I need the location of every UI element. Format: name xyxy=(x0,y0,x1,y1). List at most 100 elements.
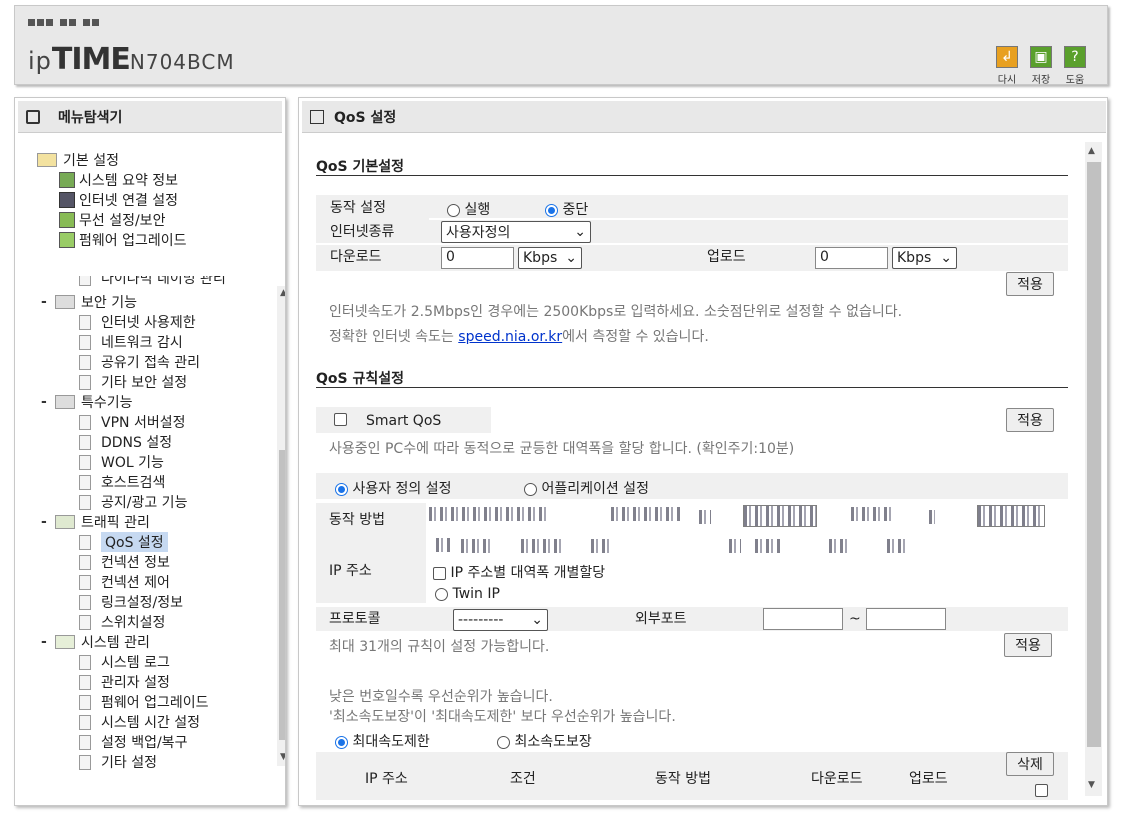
menu-item-notice[interactable]: 공지/광고 기능 xyxy=(79,492,187,512)
menu-item-ddns[interactable]: DDNS 설정 xyxy=(79,432,172,452)
page-icon xyxy=(79,574,91,590)
menu-scrollbar[interactable]: ▲ ▼ xyxy=(277,286,285,766)
scroll-up-icon[interactable]: ▲ xyxy=(280,288,285,298)
menu-scrollbar-thumb[interactable] xyxy=(279,450,285,740)
menu-item-connection-control[interactable]: 컨넥션 제어 xyxy=(79,572,170,592)
scroll-down-icon[interactable]: ▼ xyxy=(280,752,285,762)
menu-item-partial[interactable]: 다이나믹 네이밍 관리 xyxy=(79,276,226,286)
scroll-up-icon[interactable]: ▲ xyxy=(1088,146,1095,156)
twin-ip-label: Twin IP xyxy=(452,586,500,602)
magnifier-icon xyxy=(26,109,40,124)
download-unit-value: Kbps xyxy=(523,250,558,266)
menu-group-traffic[interactable]: - 트래픽 관리 xyxy=(41,512,150,532)
page-icon xyxy=(79,554,91,570)
chevron-down-icon: ⌄ xyxy=(940,250,952,266)
protocol-value: --------- xyxy=(458,612,504,628)
action-label: 동작 방법 xyxy=(329,512,385,528)
col-ip: IP 주소 xyxy=(365,771,408,787)
smart-qos-checkbox[interactable] xyxy=(334,411,347,427)
upload-input[interactable]: 0 xyxy=(815,247,888,269)
menu-item-label: 호스트검색 xyxy=(101,475,166,491)
inet-type-select[interactable]: 사용자정의 ⌄ xyxy=(441,221,591,243)
page-icon xyxy=(79,454,91,470)
brand-model: N704BCM xyxy=(129,50,235,74)
menu-item-host-search[interactable]: 호스트검색 xyxy=(79,472,165,492)
redacted-select[interactable] xyxy=(977,505,1045,527)
speed-test-link[interactable]: speed.nia.or.kr xyxy=(458,329,562,345)
menu-item-other-security[interactable]: 기타 보안 설정 xyxy=(79,372,187,392)
ext-port-start-input[interactable] xyxy=(763,608,843,630)
delete-button[interactable]: 삭제 xyxy=(1006,752,1054,776)
menu-item-link-setting[interactable]: 링크설정/정보 xyxy=(79,592,183,612)
select-all-checkbox[interactable] xyxy=(1035,782,1048,798)
apply-basic-button[interactable]: 적용 xyxy=(1006,272,1054,296)
help-button[interactable]: ? 도움 xyxy=(1061,46,1089,86)
menu-item-other-settings[interactable]: 기타 설정 xyxy=(79,752,157,772)
chevron-down-icon: ⌄ xyxy=(565,250,577,266)
scroll-down-icon[interactable]: ▼ xyxy=(1088,780,1095,790)
mode-app-radio[interactable]: 어플리케이션 설정 xyxy=(524,478,649,498)
menu-item-wireless[interactable]: 무선 설정/보안 xyxy=(59,210,165,230)
menu-item-label: WOL 기능 xyxy=(101,455,164,471)
brand-logo: ipTIMEN704BCM xyxy=(28,42,235,77)
download-input[interactable]: 0 xyxy=(441,247,514,269)
menu-item-system-log[interactable]: 시스템 로그 xyxy=(79,652,170,672)
page-icon xyxy=(79,474,91,490)
menu-group-basic[interactable]: 기본 설정 xyxy=(37,150,119,170)
menu-group-security[interactable]: - 보안 기능 xyxy=(41,292,137,312)
menu-panel: 메뉴탐색기 기본 설정 시스템 요약 정보 인터넷 연결 설정 무선 설정/보안… xyxy=(14,97,286,806)
page-icon xyxy=(79,754,91,770)
section-title-basic: QoS 기본설정 xyxy=(316,159,404,175)
menu-item-network-monitor[interactable]: 네트워크 감시 xyxy=(79,332,183,352)
limit-min-radio[interactable]: 최소속도보장 xyxy=(497,731,592,751)
brand-ip: ip xyxy=(28,47,52,75)
mode-app-label: 어플리케이션 설정 xyxy=(541,481,649,497)
menu-item-backup[interactable]: 설정 백업/복구 xyxy=(79,732,187,752)
limit-max-radio[interactable]: 최대속도제한 xyxy=(335,731,430,751)
ip-radio-redacted[interactable] xyxy=(436,538,450,552)
undo-button[interactable]: ↲ 다시 xyxy=(993,46,1021,86)
menu-item-connection-info[interactable]: 컨넥션 정보 xyxy=(79,552,170,572)
action-select-redacted[interactable] xyxy=(429,507,547,521)
apply-rule-button[interactable]: 적용 xyxy=(1004,633,1052,657)
menu-item-internet-limit[interactable]: 인터넷 사용제한 xyxy=(79,312,196,332)
menu-item-vpn[interactable]: VPN 서버설정 xyxy=(79,412,185,432)
ip-bandwidth-checkbox[interactable]: IP 주소별 대역폭 개별할당 xyxy=(433,562,605,582)
menu-item-firmware-upgrade[interactable]: 펌웨어 업그레이드 xyxy=(79,692,209,712)
protocol-select[interactable]: --------- ⌄ xyxy=(453,609,548,631)
op-off-radio[interactable]: 중단 xyxy=(545,199,588,219)
apply-smart-button[interactable]: 적용 xyxy=(1006,408,1054,432)
menu-item-firmware[interactable]: 펌웨어 업그레이드 xyxy=(59,230,187,250)
op-on-radio[interactable]: 실행 xyxy=(447,199,490,219)
menu-item-label: QoS 설정 xyxy=(101,532,168,552)
content-scrollbar-thumb[interactable] xyxy=(1087,162,1101,747)
redacted-select[interactable] xyxy=(743,505,817,527)
upload-unit-select[interactable]: Kbps ⌄ xyxy=(892,247,957,269)
menu-item-router-access[interactable]: 공유기 접속 관리 xyxy=(79,352,200,372)
save-button[interactable]: ▣ 저장 xyxy=(1027,46,1055,86)
menu-group-special[interactable]: - 특수기능 xyxy=(41,392,133,412)
twin-ip-radio[interactable]: Twin IP xyxy=(435,586,500,602)
menu-item-switch[interactable]: 스위치설정 xyxy=(79,612,165,632)
download-unit-select[interactable]: Kbps ⌄ xyxy=(518,247,582,269)
menu-item-system-time[interactable]: 시스템 시간 설정 xyxy=(79,712,200,732)
ext-port-end-input[interactable] xyxy=(866,608,946,630)
menu-item-internet[interactable]: 인터넷 연결 설정 xyxy=(59,190,178,210)
hint-text: 에서 측정할 수 있습니다. xyxy=(562,329,709,345)
menu-item-admin[interactable]: 관리자 설정 xyxy=(79,672,170,692)
header-bar: ipTIMEN704BCM ↲ 다시 ▣ 저장 ? 도움 xyxy=(14,5,1108,86)
menu-item-wol[interactable]: WOL 기능 xyxy=(79,452,164,472)
content-scrollbar[interactable]: ▲ ▼ xyxy=(1085,142,1102,796)
menu-item-system-summary[interactable]: 시스템 요약 정보 xyxy=(59,170,178,190)
menu-group-system[interactable]: - 시스템 관리 xyxy=(41,632,150,652)
menu-item-qos[interactable]: QoS 설정 xyxy=(79,532,168,552)
menu-item-label: 스위치설정 xyxy=(101,615,166,631)
mode-user-radio[interactable]: 사용자 정의 설정 xyxy=(335,478,452,498)
menu-item-label: 무선 설정/보안 xyxy=(79,213,166,229)
content-header: QoS 설정 xyxy=(302,101,1106,133)
menu-item-label: 시스템 요약 정보 xyxy=(79,173,179,189)
redacted-field xyxy=(829,539,851,553)
smart-qos-label: Smart QoS xyxy=(366,413,442,429)
page-icon xyxy=(79,714,91,730)
col-download: 다운로드 xyxy=(811,771,863,787)
